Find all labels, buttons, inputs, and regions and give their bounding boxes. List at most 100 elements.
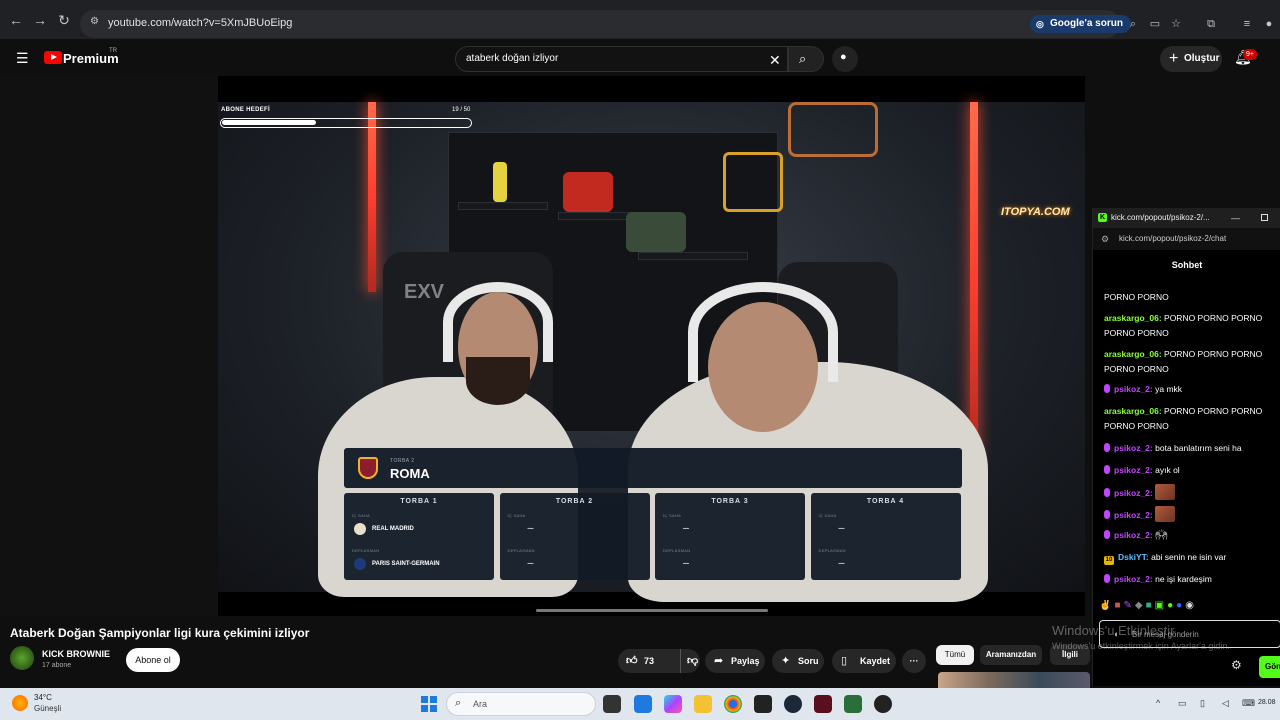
- emote-icon[interactable]: ◉: [1185, 600, 1197, 611]
- obs-icon[interactable]: [874, 695, 892, 713]
- chat-send-button[interactable]: Gön: [1259, 656, 1280, 678]
- like-count[interactable]: 73: [644, 649, 654, 673]
- reload-icon[interactable]: ↻: [56, 12, 72, 28]
- taskbar-clock[interactable]: 28.08: [1258, 699, 1276, 706]
- emote-icon[interactable]: ▣: [1155, 600, 1167, 611]
- microphone-badge-icon: [1104, 384, 1110, 393]
- save-button[interactable]: ▯ Kaydet: [832, 649, 896, 673]
- chrome-icon[interactable]: [724, 695, 742, 713]
- emote-icon[interactable]: ✎: [1124, 600, 1135, 611]
- emote-bar[interactable]: ✌■✎◆■▣●●◉: [1099, 600, 1280, 616]
- recommended-thumbnail[interactable]: [938, 672, 1090, 688]
- task-view-icon[interactable]: [603, 695, 621, 713]
- headphones-left: [443, 282, 553, 362]
- language-icon[interactable]: ⌨: [1242, 698, 1255, 709]
- site-info-icon[interactable]: ⚙: [90, 16, 99, 27]
- ask-button[interactable]: ✦ Soru: [772, 649, 824, 673]
- steam-icon[interactable]: [784, 695, 802, 713]
- nvidia-icon[interactable]: [844, 695, 862, 713]
- dislike-icon[interactable]: 👎︎: [680, 649, 698, 673]
- chat-username[interactable]: DskiYT:: [1118, 552, 1149, 562]
- chat-username[interactable]: araskargo_06:: [1104, 313, 1162, 323]
- address-bar[interactable]: ⚙ youtube.com/watch?v=5XmJBUoEipg: [80, 10, 1120, 38]
- create-button[interactable]: + Oluştur: [1160, 46, 1222, 72]
- zoom-icon[interactable]: ⌕: [1126, 17, 1140, 31]
- weather-description[interactable]: Güneşli: [34, 704, 61, 713]
- real-madrid-crest-icon: [354, 523, 366, 535]
- chat-username[interactable]: psikoz_2:: [1114, 488, 1153, 498]
- chat-username[interactable]: psikoz_2:: [1114, 510, 1153, 520]
- volume-icon[interactable]: ◁: [1222, 698, 1229, 709]
- epic-games-icon[interactable]: [754, 695, 772, 713]
- like-icon[interactable]: 👍︎: [626, 649, 638, 673]
- ask-google-button[interactable]: ◎ Google'a sorun: [1030, 15, 1131, 33]
- copilot-icon[interactable]: [664, 695, 682, 713]
- widgets-icon[interactable]: [634, 695, 652, 713]
- extensions-icon[interactable]: ⧉: [1204, 17, 1218, 31]
- roma-crest-icon: [358, 457, 378, 479]
- filter-chip-all[interactable]: Tümü: [936, 645, 974, 665]
- menu-icon[interactable]: ☰: [16, 50, 29, 67]
- windows-start-icon[interactable]: [421, 696, 437, 712]
- taskbar-search-input[interactable]: ⌕ Ara: [446, 692, 596, 716]
- video-player[interactable]: ABONE HEDEFİ 19 / 50 ITOPYA.COM EXV TORB…: [218, 76, 1085, 616]
- chat-username[interactable]: psikoz_2:: [1114, 465, 1153, 475]
- chat-username[interactable]: psikoz_2:: [1114, 530, 1153, 540]
- site-settings-icon[interactable]: ⚙: [1101, 228, 1109, 250]
- battery-icon[interactable]: ▯: [1200, 698, 1205, 709]
- cast-icon[interactable]: ▭: [1148, 17, 1162, 31]
- profile-icon[interactable]: ●: [1262, 17, 1276, 31]
- back-icon[interactable]: ←: [8, 12, 24, 28]
- weather-temperature[interactable]: 34°C: [34, 693, 52, 702]
- emote-icon[interactable]: ◆: [1135, 600, 1146, 611]
- tray-chevron-icon[interactable]: ^: [1156, 698, 1160, 708]
- clear-search-icon[interactable]: ✕: [769, 52, 781, 69]
- emote-icon[interactable]: ■: [1146, 600, 1155, 611]
- channel-name[interactable]: KICK BROWNIE: [42, 649, 110, 659]
- slot-team: —: [838, 561, 845, 567]
- windows-activation-subtitle: Windows'u etkinleştirmek için Ayarlar'a …: [1052, 641, 1230, 651]
- chat-username[interactable]: araskargo_06:: [1104, 349, 1162, 359]
- subscribe-button[interactable]: Abone ol: [126, 648, 180, 672]
- kick-url-bar[interactable]: ⚙ kick.com/popout/psikoz-2/chat: [1093, 228, 1280, 250]
- chat-username[interactable]: psikoz_2:: [1114, 384, 1153, 394]
- chat-username[interactable]: psikoz_2:: [1114, 443, 1153, 453]
- more-actions-icon[interactable]: ···: [902, 649, 926, 673]
- voice-search-button[interactable]: ●: [832, 46, 858, 72]
- psg-crest-icon: [354, 558, 366, 570]
- bookmark-icon: ▯: [841, 655, 848, 667]
- youtube-logo-icon[interactable]: [44, 51, 62, 64]
- headphones-right: [688, 282, 838, 382]
- filter-chip-from-search[interactable]: Aramanızdan: [980, 645, 1042, 665]
- chat-username[interactable]: araskargo_06:: [1104, 406, 1162, 416]
- chat-message: psikoz_2: ya mkk: [1104, 382, 1280, 397]
- emote-icon[interactable]: ■: [1114, 600, 1123, 611]
- share-button[interactable]: ➦ Paylaş: [705, 649, 765, 673]
- draw-overlay: TORBA 2 ROMA TORBA 1 İÇ SAHA REAL MADRID DE…: [344, 448, 962, 583]
- search-button[interactable]: ⌕: [788, 46, 824, 72]
- valorant-icon[interactable]: [814, 695, 832, 713]
- chat-text: PORNO PORNO: [1104, 421, 1169, 431]
- pot-column: TORBA 3 İÇ SAHA — DEPLASMAN —: [655, 493, 805, 580]
- emote-icon[interactable]: ●: [1176, 600, 1185, 611]
- bookmark-star-icon[interactable]: ☆: [1169, 17, 1183, 31]
- weather-sun-icon[interactable]: [12, 695, 28, 711]
- ask-google-label: Google'a sorun: [1050, 18, 1123, 29]
- network-icon[interactable]: ▭: [1178, 698, 1187, 709]
- channel-avatar[interactable]: [10, 646, 34, 670]
- minimize-icon[interactable]: —: [1231, 208, 1240, 228]
- chat-text: PORNO PORNO PORNO: [1164, 313, 1263, 323]
- neon-light-right: [970, 102, 978, 462]
- chat-message: PORNO PORNO: [1104, 419, 1280, 434]
- emote-icon[interactable]: ✌: [1099, 600, 1114, 611]
- search-input[interactable]: ataberk doğan izliyor ✕: [455, 46, 788, 72]
- emote-icon[interactable]: ●: [1167, 600, 1176, 611]
- chat-settings-icon[interactable]: ⚙: [1231, 658, 1242, 672]
- kick-window-titlebar[interactable]: K kick.com/popout/psikoz-2/... —: [1093, 208, 1280, 228]
- forward-icon[interactable]: →: [32, 12, 48, 28]
- file-explorer-icon[interactable]: [694, 695, 712, 713]
- chat-username[interactable]: psikoz_2:: [1114, 574, 1153, 584]
- reading-list-icon[interactable]: ≡: [1240, 17, 1254, 31]
- player-scrub-bar[interactable]: [536, 609, 768, 612]
- maximize-icon[interactable]: [1261, 214, 1268, 221]
